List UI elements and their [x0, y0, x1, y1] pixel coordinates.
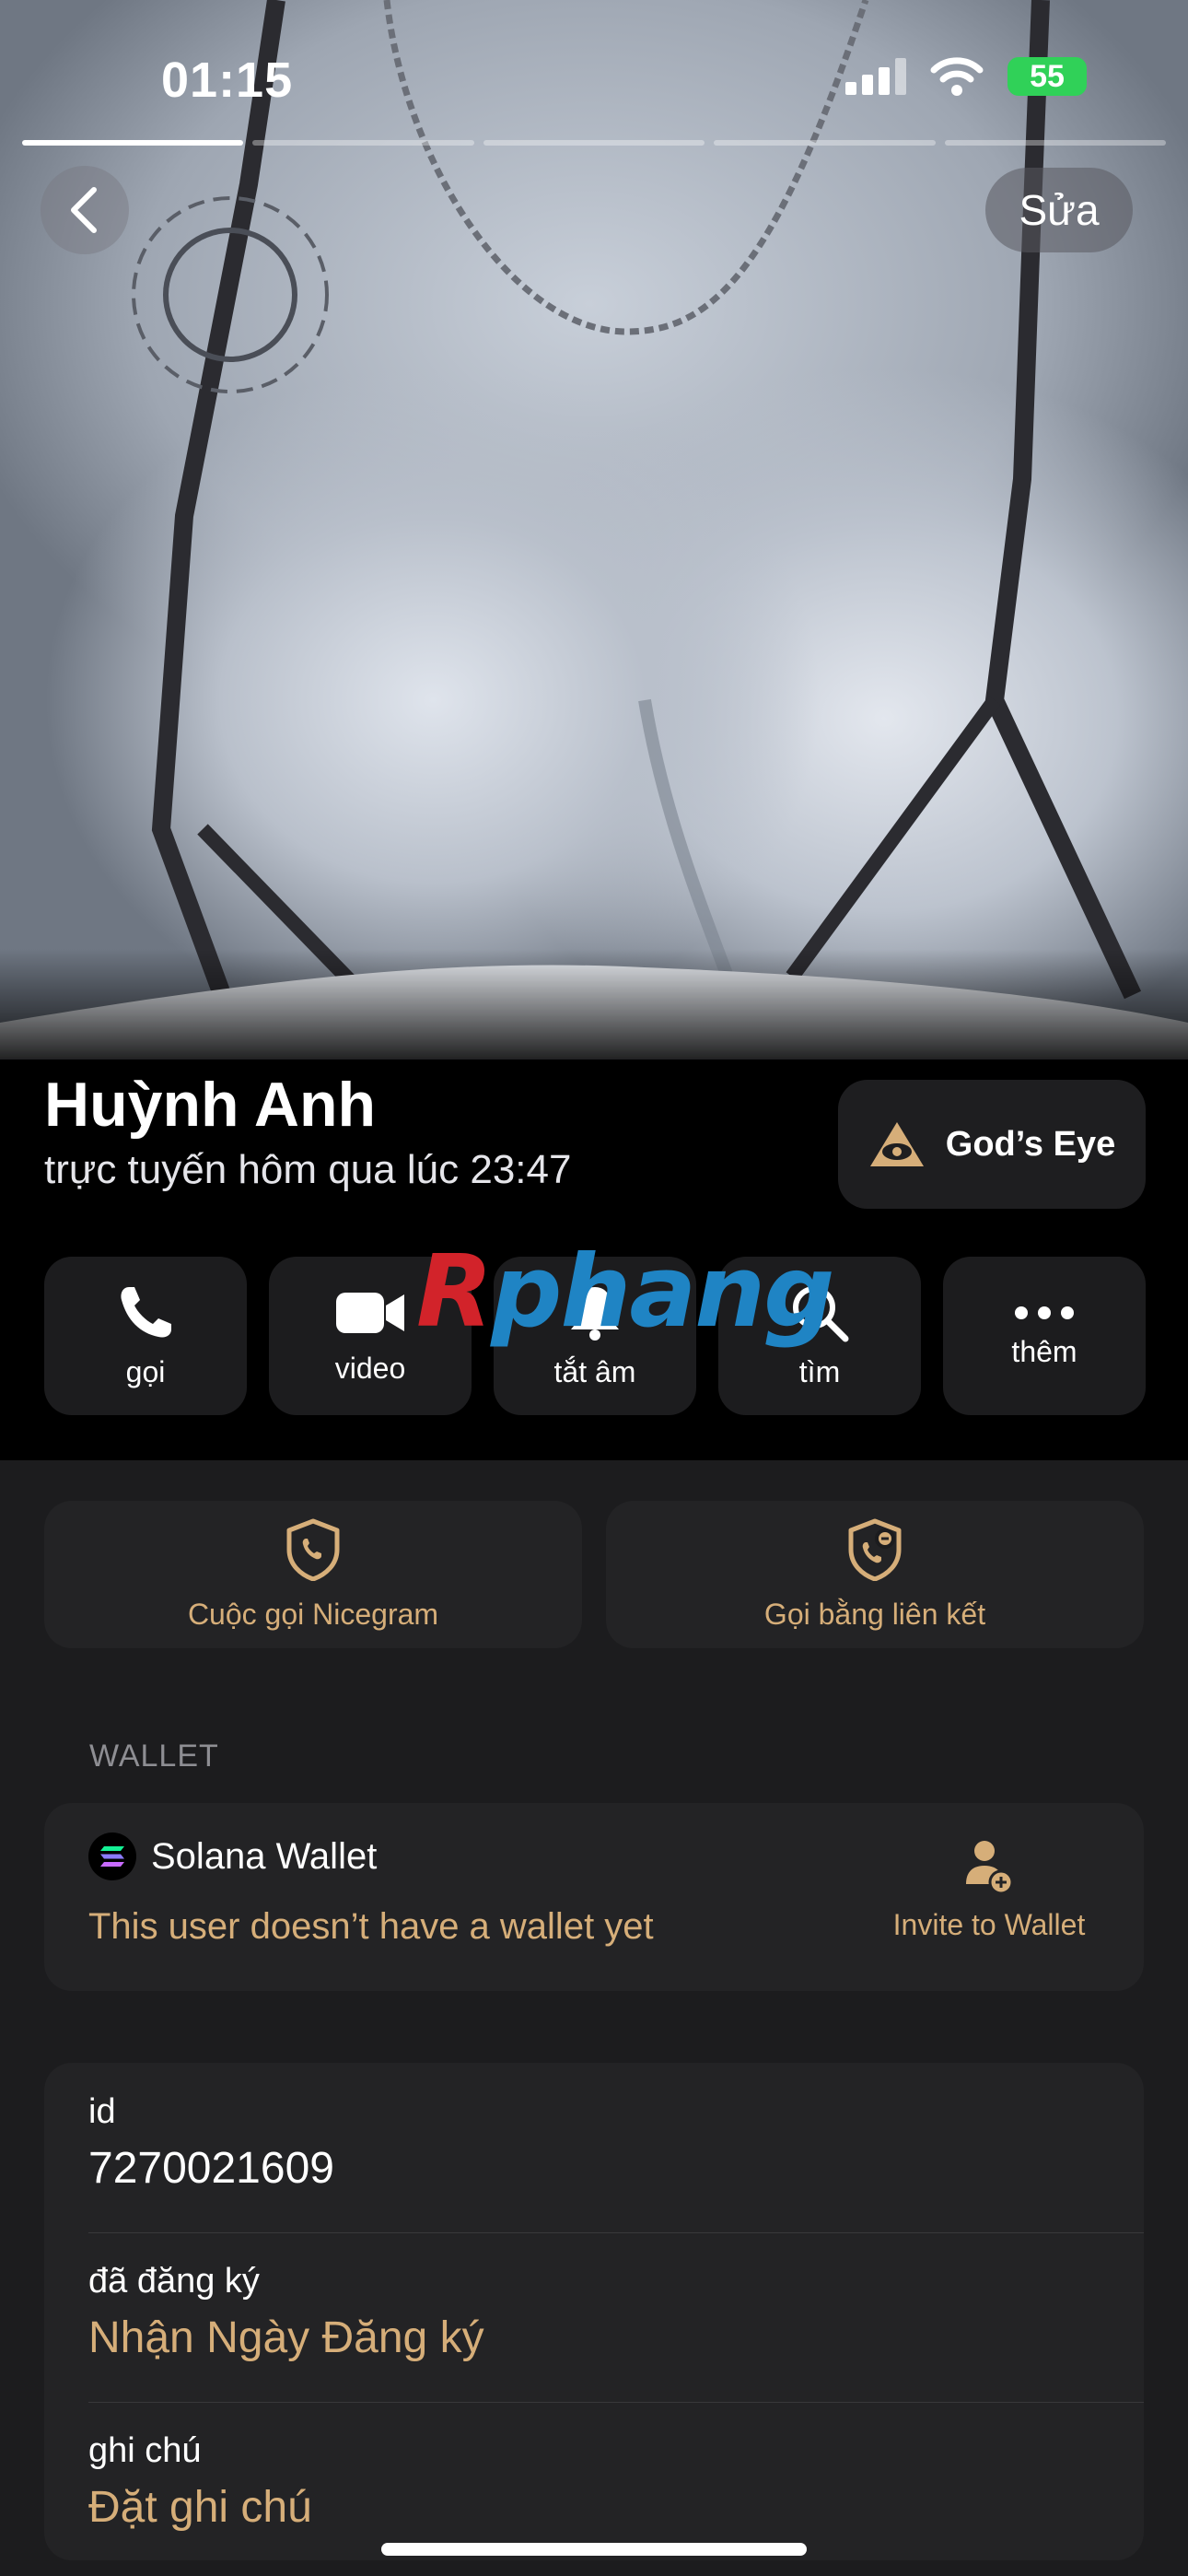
story-segment — [22, 140, 244, 146]
edit-button[interactable]: Sửa — [985, 168, 1133, 252]
mute-label: tắt âm — [553, 1354, 636, 1388]
video-label: video — [334, 1351, 406, 1385]
registered-row[interactable]: đã đăng ký Nhận Ngày Đăng ký — [88, 2262, 484, 2363]
eye-pyramid-icon — [869, 1122, 924, 1166]
nicegram-call-label: Cuộc gọi Nicegram — [187, 1597, 439, 1631]
wifi-icon — [930, 57, 984, 96]
battery-level: 55 — [1030, 58, 1065, 94]
id-label: id — [88, 2092, 116, 2131]
watermark-part-2: phang — [491, 1235, 834, 1350]
profile-name: Huỳnh Anh — [44, 1070, 377, 1140]
set-note-link[interactable]: Đặt ghi chú — [88, 2482, 312, 2533]
profile-photo-image — [0, 0, 1188, 1060]
wallet-empty-message: This user doesn’t have a wallet yet — [88, 1906, 654, 1947]
shield-link-phone-icon — [848, 1518, 902, 1581]
get-registration-date-link[interactable]: Nhận Ngày Đăng ký — [88, 2313, 484, 2363]
nicegram-call-button[interactable]: Cuộc gọi Nicegram — [44, 1501, 582, 1648]
invite-to-wallet-label: Invite to Wallet — [892, 1908, 1086, 1941]
photo-gradient — [0, 949, 1188, 1078]
more-button[interactable]: thêm — [943, 1257, 1146, 1415]
story-progress — [22, 140, 1167, 146]
profile-hero: 01:15 55 Sửa Huỳnh Anh trực tuyến hôm qu… — [0, 0, 1188, 1460]
chevron-left-icon — [71, 187, 97, 233]
story-segment — [944, 140, 1167, 146]
user-info-card: id 7270021609 đã đăng ký Nhận Ngày Đăng … — [44, 2063, 1144, 2560]
divider — [88, 2402, 1144, 2403]
id-row[interactable]: id 7270021609 — [88, 2092, 334, 2194]
profile-details: Cuộc gọi Nicegram Gọi bằng liên kết WALL… — [0, 1460, 1188, 2576]
watermark-part-1: R — [416, 1235, 493, 1350]
wallet-section-header: WALLET — [89, 1739, 219, 1774]
search-label: tìm — [798, 1354, 841, 1388]
note-row[interactable]: ghi chú Đặt ghi chú — [88, 2431, 312, 2533]
battery-charging-icon: 55 — [1007, 57, 1087, 96]
status-icons: 55 — [845, 57, 1087, 96]
link-call-label: Gọi bằng liên kết — [763, 1597, 986, 1631]
profile-photo[interactable] — [0, 0, 1188, 1060]
story-segment — [252, 140, 474, 146]
note-label: ghi chú — [88, 2431, 202, 2470]
invite-to-wallet-button[interactable]: Invite to Wallet — [879, 1838, 1100, 1942]
call-button[interactable]: gọi — [44, 1257, 247, 1415]
home-indicator[interactable] — [381, 2543, 807, 2556]
back-button[interactable] — [41, 166, 129, 254]
story-segment — [714, 140, 936, 146]
wallet-card: Solana Wallet This user doesn’t have a w… — [44, 1803, 1144, 1991]
watermark-logo: Rphang — [416, 1235, 834, 1350]
last-seen-status: trực tuyến hôm qua lúc 23:47 — [44, 1147, 572, 1192]
cellular-signal-icon — [845, 58, 906, 95]
story-segment — [483, 140, 705, 146]
divider — [88, 2232, 1144, 2233]
id-value[interactable]: 7270021609 — [88, 2143, 334, 2194]
registered-label: đã đăng ký — [88, 2262, 260, 2301]
phone-icon — [121, 1286, 171, 1338]
wallet-title-row: Solana Wallet — [88, 1832, 377, 1880]
more-label: thêm — [1011, 1334, 1077, 1368]
add-user-icon — [966, 1841, 1014, 1895]
gods-eye-label: God’s Eye — [945, 1124, 1116, 1164]
status-time: 01:15 — [161, 53, 294, 108]
wallet-title: Solana Wallet — [151, 1835, 378, 1877]
link-call-button[interactable]: Gọi bằng liên kết — [606, 1501, 1144, 1648]
more-dots-icon — [1015, 1306, 1074, 1319]
shield-phone-icon — [286, 1518, 340, 1581]
solana-icon — [88, 1832, 136, 1880]
gods-eye-button[interactable]: God’s Eye — [838, 1080, 1146, 1209]
call-label: gọi — [125, 1354, 166, 1388]
video-camera-icon — [336, 1292, 404, 1333]
